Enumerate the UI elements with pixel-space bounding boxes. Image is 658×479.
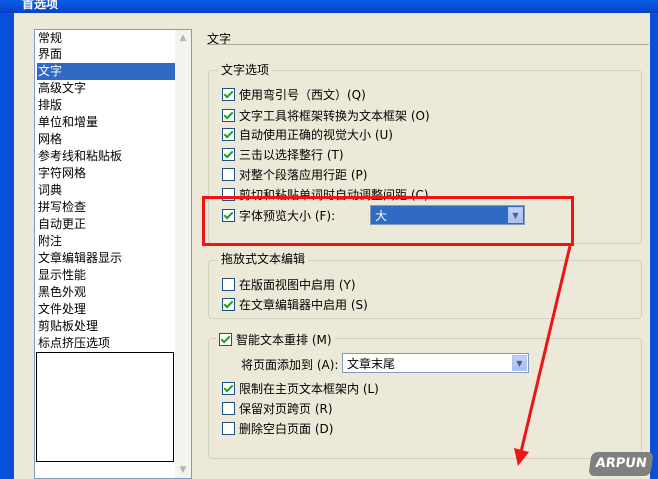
- window-title: 首选项: [22, 0, 59, 11]
- category-item-selected[interactable]: 文字: [37, 63, 175, 80]
- title-bar: 首选项: [0, 0, 658, 13]
- category-item[interactable]: 拼写检查: [37, 199, 175, 216]
- option-limit-master[interactable]: 限制在主页文本框架内 (L): [222, 380, 379, 396]
- category-item[interactable]: 高级文字: [37, 80, 175, 97]
- option-paragraph-leading[interactable]: 对整个段落应用行距 (P): [222, 166, 367, 182]
- add-pages-label: 将页面添加到 (A):: [241, 358, 339, 372]
- option-type-tool-convert[interactable]: 文字工具将框架转换为文本框架 (O): [222, 107, 430, 123]
- list-empty-area: [36, 352, 174, 462]
- chevron-down-icon[interactable]: ▼: [175, 462, 191, 478]
- add-pages-select[interactable]: 文章末尾 ▼: [342, 353, 529, 373]
- checkbox[interactable]: [222, 298, 235, 311]
- category-item[interactable]: 网格: [37, 131, 175, 148]
- checkbox[interactable]: [222, 88, 235, 101]
- category-item[interactable]: 剪贴板处理: [37, 318, 175, 335]
- category-item[interactable]: 字符网格: [37, 165, 175, 182]
- category-item[interactable]: 常规: [37, 30, 175, 47]
- option-preserve-spread[interactable]: 保留对页跨页 (R): [222, 400, 333, 416]
- dialog-client: 常规 界面 文字 高级文字 排版 单位和增量 网格 参考线和粘贴板 字符网格 词…: [14, 13, 650, 479]
- category-item[interactable]: 自动更正: [37, 216, 175, 233]
- option-triple-click[interactable]: 三击以选择整行 (T): [222, 146, 344, 162]
- category-item[interactable]: 文件处理: [37, 301, 175, 318]
- checkbox[interactable]: [222, 382, 235, 395]
- category-item[interactable]: 文章编辑器显示: [37, 250, 175, 267]
- category-item[interactable]: 参考线和粘贴板: [37, 148, 175, 165]
- checkbox[interactable]: [222, 422, 235, 435]
- category-list[interactable]: 常规 界面 文字 高级文字 排版 单位和增量 网格 参考线和粘贴板 字符网格 词…: [34, 29, 192, 479]
- add-pages-value: 文章末尾: [347, 357, 396, 371]
- checkbox[interactable]: [222, 168, 235, 181]
- option-optical-size[interactable]: 自动使用正确的视觉大小 (U): [222, 126, 393, 142]
- option-curly-quotes[interactable]: 使用弯引号（西文）(Q): [222, 86, 366, 102]
- category-item[interactable]: 词典: [37, 182, 175, 199]
- option-drag-story-editor[interactable]: 在文章编辑器中启用 (S): [222, 296, 368, 312]
- chevron-down-icon[interactable]: ▼: [512, 355, 527, 371]
- text-options-legend: 文字选项: [218, 61, 273, 78]
- category-item[interactable]: 单位和增量: [37, 114, 175, 131]
- category-item[interactable]: 附注: [37, 233, 175, 250]
- option-drag-layout[interactable]: 在版面视图中启用 (Y): [222, 276, 356, 292]
- checkbox[interactable]: [222, 402, 235, 415]
- category-item[interactable]: 标点挤压选项: [37, 335, 175, 352]
- category-item[interactable]: 显示性能: [37, 267, 175, 284]
- chevron-up-icon[interactable]: ▲: [175, 30, 191, 46]
- checkbox[interactable]: [222, 278, 235, 291]
- watermark-logo: ARPUN: [588, 452, 654, 476]
- option-smart-reflow[interactable]: 智能文本重排 (M): [216, 331, 335, 347]
- checkbox[interactable]: [222, 128, 235, 141]
- title-divider: [207, 44, 649, 45]
- checkbox[interactable]: [219, 333, 232, 346]
- checkbox[interactable]: [222, 148, 235, 161]
- list-scrollbar[interactable]: ▲ ▼: [175, 30, 191, 478]
- category-item[interactable]: 排版: [37, 97, 175, 114]
- category-item[interactable]: 黑色外观: [37, 284, 175, 301]
- window-frame-left: [0, 13, 14, 479]
- checkbox[interactable]: [222, 109, 235, 122]
- window-frame-right: [650, 13, 658, 479]
- category-item[interactable]: 界面: [37, 46, 175, 63]
- option-delete-empty[interactable]: 删除空白页面 (D): [222, 420, 333, 436]
- drag-edit-legend: 拖放式文本编辑: [218, 250, 309, 267]
- annotation-highlight-box: [202, 196, 574, 246]
